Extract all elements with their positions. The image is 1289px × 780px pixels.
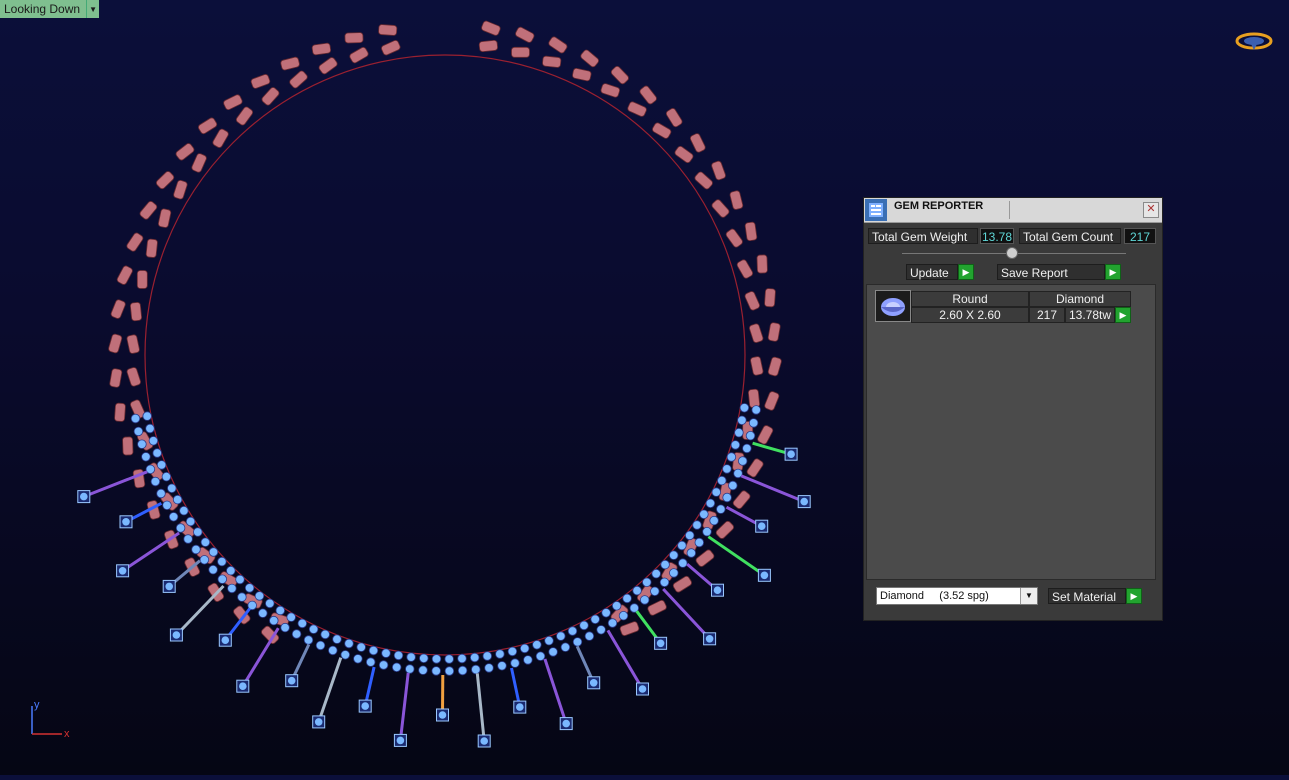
view-label-dropdown[interactable]: Looking Down ▼ bbox=[0, 0, 99, 18]
gem-report-icon bbox=[865, 199, 887, 221]
total-gem-weight-label: Total Gem Weight bbox=[868, 228, 978, 244]
material-select[interactable]: Diamond (3.52 spg) ▼ bbox=[876, 587, 1038, 605]
gem-band bbox=[78, 404, 810, 748]
collapse-toggle[interactable] bbox=[1006, 247, 1018, 259]
axis-x-label: x bbox=[64, 728, 70, 740]
chevron-down-icon[interactable]: ▼ bbox=[86, 0, 99, 18]
gem-material-header: Diamond bbox=[1029, 291, 1131, 307]
close-icon[interactable]: ✕ bbox=[1143, 202, 1159, 218]
save-report-go-icon[interactable]: ▶ bbox=[1105, 264, 1121, 280]
panel-titlebar[interactable]: GEM REPORTER ✕ bbox=[864, 198, 1162, 223]
set-material-go-icon[interactable]: ▶ bbox=[1126, 588, 1142, 604]
material-select-value: Diamond (3.52 spg) bbox=[880, 590, 989, 602]
gem-list: Round Diamond 2.60 X 2.60 217 13.78tw ▶ bbox=[866, 284, 1156, 580]
view-label-text: Looking Down bbox=[0, 0, 86, 18]
total-gem-count-label: Total Gem Count bbox=[1019, 228, 1121, 244]
total-gem-weight-value: 13.78 bbox=[980, 228, 1014, 244]
chevron-down-icon[interactable]: ▼ bbox=[1020, 588, 1037, 604]
update-go-icon[interactable]: ▶ bbox=[958, 264, 974, 280]
gem-count-cell: 217 bbox=[1029, 307, 1065, 323]
axis-y-label: y bbox=[34, 700, 40, 711]
save-report-button[interactable]: Save Report bbox=[997, 264, 1105, 280]
gem-weight-cell: 13.78tw bbox=[1065, 307, 1115, 323]
total-gem-count-value: 217 bbox=[1124, 228, 1156, 244]
row-go-icon[interactable]: ▶ bbox=[1115, 307, 1131, 323]
gem-size-cell: 2.60 X 2.60 bbox=[911, 307, 1029, 323]
gem-shape-header: Round bbox=[911, 291, 1029, 307]
round-gem-thumbnail-icon[interactable] bbox=[875, 290, 911, 322]
update-button[interactable]: Update bbox=[906, 264, 958, 280]
gem-reporter-panel: GEM REPORTER ✕ Total Gem Weight 13.78 To… bbox=[863, 197, 1163, 621]
title-divider bbox=[1009, 201, 1010, 219]
axis-indicator: y x bbox=[28, 700, 78, 742]
panel-title: GEM REPORTER bbox=[894, 200, 983, 212]
set-material-button[interactable]: Set Material bbox=[1048, 588, 1126, 604]
navigation-gizmo-icon[interactable] bbox=[1234, 30, 1274, 52]
